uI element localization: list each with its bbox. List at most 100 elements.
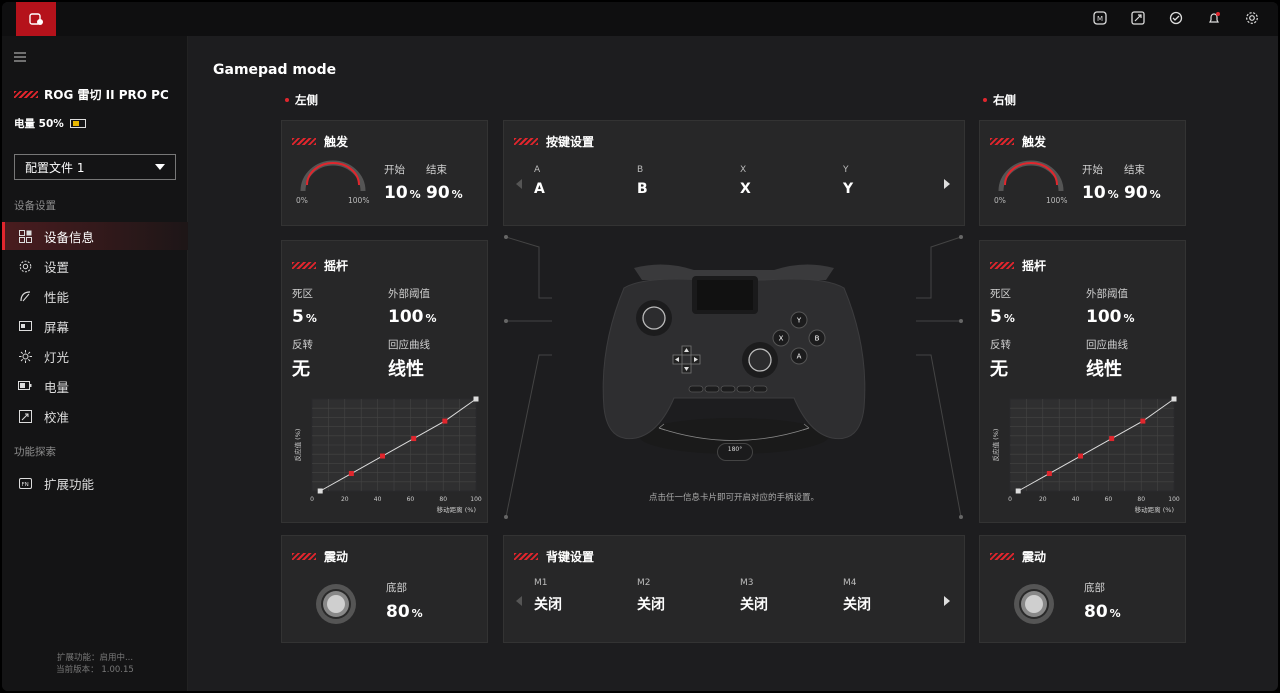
app-logo-icon[interactable]	[16, 2, 56, 36]
curve-point	[411, 436, 417, 442]
x-tick-label: 0	[310, 496, 314, 503]
trigger-start-value: 10%	[1082, 183, 1119, 203]
battery-charging-icon	[69, 119, 86, 128]
right-trigger-card[interactable]: 触发 0% 100% 开始 结束 10% 90%	[979, 120, 1186, 226]
sidebar-item-2[interactable]: 性能	[2, 282, 188, 310]
battery-icon	[18, 379, 32, 393]
hamburger-menu-icon[interactable]	[14, 48, 28, 62]
trigger-end-value: 90%	[426, 183, 463, 203]
rog-stripes-icon	[990, 262, 1014, 269]
back-button-settings-card[interactable]: 背键设置 M1 关闭 M2 关闭 M3 关闭 M4 关闭	[503, 535, 965, 643]
rog-stripes-icon	[292, 138, 316, 145]
key-name: A	[534, 165, 541, 175]
key-mapping-value[interactable]: 关闭	[534, 594, 562, 614]
y-axis-label: 反应值 (%)	[293, 429, 302, 462]
x-tick-label: 60	[1105, 496, 1113, 503]
rotate-label: 180°	[727, 446, 743, 453]
invert-value: 无	[292, 359, 310, 380]
left-vibration-card[interactable]: 震动 底部 80%	[281, 535, 488, 643]
response-curve-chart: 0 20 40 60 80 100 移动距离 (%) 反应值 (%)	[991, 396, 1180, 514]
key-mapping-value[interactable]: A	[534, 181, 545, 197]
deadzone-value: 5%	[292, 307, 317, 327]
x-tick-label: 20	[1039, 496, 1047, 503]
sidebar-item-6[interactable]: 校准	[2, 402, 188, 430]
gamepad-image: Y X B A	[602, 264, 866, 454]
x-tick-label: 100	[1168, 496, 1180, 503]
gear-icon	[18, 259, 32, 273]
x-tick-label: 80	[1137, 496, 1145, 503]
sidebar-item-extensions[interactable]: FN 扩展功能	[2, 469, 188, 497]
left-trigger-card[interactable]: 触发 0% 100% 开始 结束 10% 90%	[281, 120, 488, 226]
svg-text:M: M	[1097, 15, 1103, 23]
trigger-gauge-icon	[998, 160, 1064, 192]
x-axis-label: 移动距离 (%)	[437, 505, 476, 514]
left-stick-card[interactable]: 摇杆 死区 外部阈值 5% 100% 反转 回应曲线 无 线性 0 20 40 60 8…	[281, 240, 488, 523]
resize-icon[interactable]	[1130, 10, 1146, 26]
trigger-start-value: 10%	[384, 183, 421, 203]
curve-point	[1171, 396, 1177, 402]
face-button-label: A	[797, 353, 802, 361]
right-vibration-card[interactable]: 震动 底部 80%	[979, 535, 1186, 643]
sidebar-item-3[interactable]: 屏幕	[2, 312, 188, 340]
curve-point	[1015, 488, 1021, 494]
main-content: Gamepad mode 左侧 右侧 触发 0% 100% 开始 结束 10% …	[189, 36, 1278, 691]
controller-mode-icon[interactable]: M	[1092, 10, 1108, 26]
key-mapping-value[interactable]: Y	[843, 181, 853, 197]
key-mapping-value[interactable]: 关闭	[740, 594, 768, 614]
chevron-left-icon[interactable]	[516, 596, 522, 606]
rog-stripes-icon	[514, 138, 538, 145]
outer-threshold-value: 100%	[1086, 307, 1135, 327]
vibration-value: 80%	[1084, 602, 1121, 622]
key-name: M1	[534, 578, 548, 588]
key-mapping-value[interactable]: B	[637, 181, 648, 197]
key-mapping-value[interactable]: X	[740, 181, 751, 197]
notification-bell-icon[interactable]	[1206, 10, 1222, 26]
chevron-right-icon[interactable]	[944, 179, 950, 189]
key-mapping-value[interactable]: 关闭	[843, 594, 871, 614]
sidebar-item-5[interactable]: 电量	[2, 372, 188, 400]
rog-stripes-icon	[990, 138, 1014, 145]
x-tick-label: 80	[439, 496, 447, 503]
response-curve-value: 线性	[388, 359, 424, 380]
curve-point	[348, 471, 354, 477]
key-mapping-value[interactable]: 关闭	[637, 594, 665, 614]
key-name: M3	[740, 578, 754, 588]
sidebar-item-4[interactable]: 灯光	[2, 342, 188, 370]
key-name: M4	[843, 578, 857, 588]
deadzone-value: 5%	[990, 307, 1015, 327]
screen-icon	[18, 319, 32, 333]
right-stick-card[interactable]: 摇杆 死区 外部阈值 5% 100% 反转 回应曲线 无 线性 0 20 40 60 8…	[979, 240, 1186, 523]
curve-point	[1078, 453, 1084, 459]
outer-threshold-value: 100%	[388, 307, 437, 327]
face-button-label: Y	[796, 317, 802, 325]
key-name: M2	[637, 578, 651, 588]
chevron-right-icon[interactable]	[944, 596, 950, 606]
sidebar-item-1[interactable]: 设置	[2, 252, 188, 280]
top-bar: M	[2, 2, 1278, 36]
app-window: M ROG 雷切 II PRO PC 电量 50% 配置文件 1 设备设置 设备…	[2, 2, 1278, 691]
performance-icon	[18, 289, 32, 303]
device-name: ROG 雷切 II PRO PC	[14, 86, 169, 103]
response-curve-value: 线性	[1086, 359, 1122, 380]
rog-stripes-icon	[292, 262, 316, 269]
sync-icon[interactable]	[1168, 10, 1184, 26]
x-tick-label: 0	[1008, 496, 1012, 503]
chevron-left-icon[interactable]	[516, 179, 522, 189]
vibration-icon	[316, 584, 356, 624]
extension-icon: FN	[18, 476, 32, 490]
x-tick-label: 100	[470, 496, 482, 503]
vibration-value: 80%	[386, 602, 423, 622]
x-tick-label: 40	[1072, 496, 1080, 503]
face-button-label: X	[779, 335, 784, 343]
curve-point	[317, 488, 323, 494]
sidebar-item-0[interactable]: 设备信息	[2, 222, 188, 250]
face-button-label: B	[815, 335, 820, 343]
chevron-down-icon	[155, 164, 165, 170]
settings-gear-icon[interactable]	[1244, 10, 1260, 26]
trigger-gauge-icon	[300, 160, 366, 192]
curve-point	[1046, 471, 1052, 477]
lighting-icon	[18, 349, 32, 363]
x-tick-label: 40	[374, 496, 382, 503]
profile-dropdown[interactable]: 配置文件 1	[14, 154, 176, 180]
button-settings-card[interactable]: 按键设置 AABBXXYY	[503, 120, 965, 226]
